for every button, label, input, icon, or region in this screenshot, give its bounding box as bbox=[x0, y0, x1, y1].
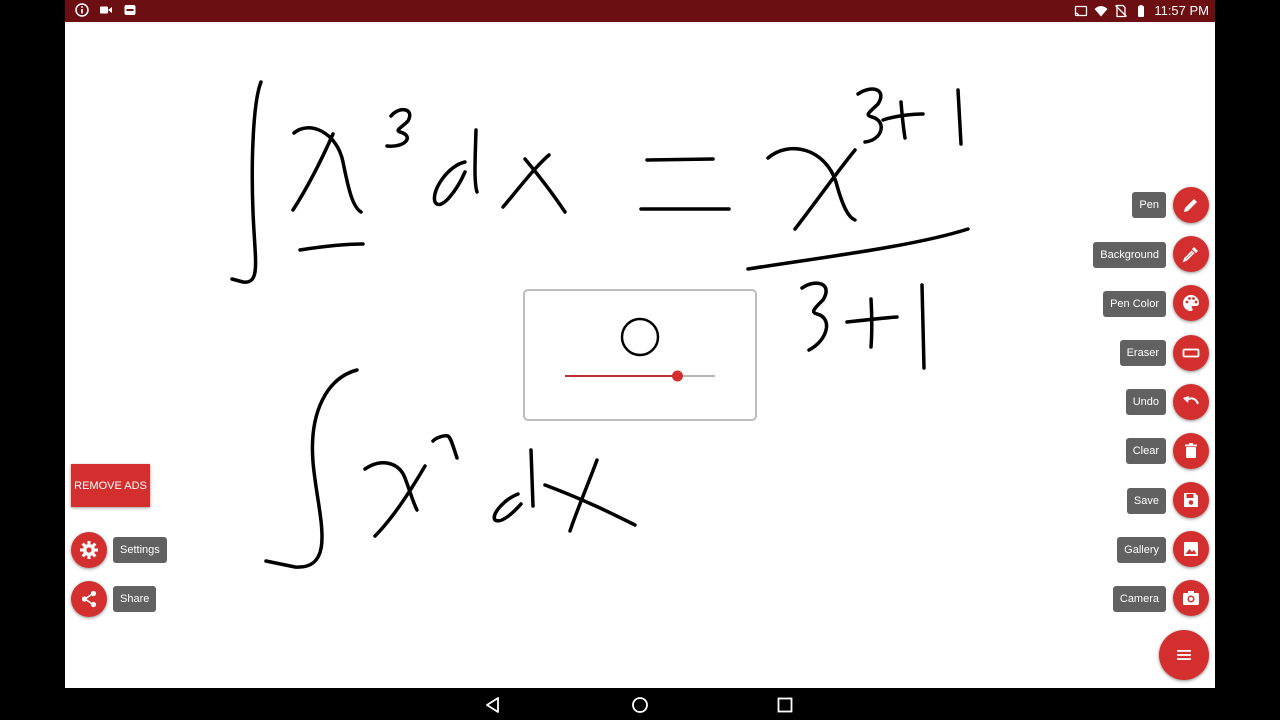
clear-label[interactable]: Clear bbox=[1125, 438, 1166, 464]
camera-button[interactable] bbox=[1173, 580, 1209, 616]
eyedropper-icon bbox=[1182, 247, 1198, 263]
gear-icon bbox=[80, 541, 98, 559]
undo-button[interactable] bbox=[1173, 384, 1209, 420]
background-button[interactable] bbox=[1173, 236, 1209, 272]
camera-label[interactable]: Camera bbox=[1112, 586, 1166, 612]
remove-ads-button[interactable]: REMOVE ADS bbox=[71, 464, 150, 507]
eraser-icon bbox=[1182, 348, 1200, 358]
menu-button[interactable] bbox=[1159, 630, 1209, 680]
floppy-icon bbox=[1184, 493, 1198, 507]
cast-icon bbox=[1075, 5, 1088, 16]
gallery-button[interactable] bbox=[1173, 531, 1209, 567]
save-button[interactable] bbox=[1173, 482, 1209, 518]
image-icon bbox=[1184, 542, 1198, 556]
recents-icon[interactable] bbox=[776, 696, 794, 714]
brush-size-popup bbox=[523, 289, 757, 421]
info-icon bbox=[75, 3, 89, 17]
brush-preview-circle bbox=[620, 317, 660, 357]
battery-icon bbox=[1138, 4, 1145, 17]
brush-size-slider-thumb[interactable] bbox=[672, 370, 683, 382]
camera-icon bbox=[1183, 591, 1199, 605]
trash-icon bbox=[1185, 443, 1197, 458]
pen-color-label[interactable]: Pen Color bbox=[1103, 291, 1166, 317]
wifi-icon bbox=[1094, 5, 1108, 16]
back-icon[interactable] bbox=[484, 696, 502, 714]
background-label[interactable]: Background bbox=[1093, 242, 1166, 268]
palette-icon bbox=[1183, 295, 1199, 311]
status-time: 11:57 PM bbox=[1154, 3, 1209, 18]
app-notification-icon bbox=[124, 5, 136, 15]
home-icon[interactable] bbox=[631, 696, 649, 714]
settings-label[interactable]: Settings bbox=[113, 537, 167, 563]
share-icon bbox=[81, 590, 97, 608]
status-bar: 11:57 PM bbox=[65, 0, 1215, 22]
menu-icon bbox=[1177, 650, 1191, 660]
brush-size-preview bbox=[565, 317, 715, 382]
save-label[interactable]: Save bbox=[1126, 488, 1166, 514]
pen-button[interactable] bbox=[1173, 187, 1209, 223]
share-button[interactable] bbox=[71, 581, 107, 617]
undo-label[interactable]: Undo bbox=[1125, 389, 1166, 415]
navigation-bar bbox=[65, 688, 1215, 720]
gallery-label[interactable]: Gallery bbox=[1117, 537, 1166, 563]
video-camera-icon bbox=[100, 6, 112, 14]
eraser-label[interactable]: Eraser bbox=[1119, 340, 1166, 366]
no-sim-icon bbox=[1115, 4, 1128, 17]
share-label[interactable]: Share bbox=[113, 586, 157, 612]
eraser-button[interactable] bbox=[1173, 335, 1209, 371]
settings-button[interactable] bbox=[71, 532, 107, 568]
undo-icon bbox=[1183, 396, 1199, 405]
clear-button[interactable] bbox=[1173, 433, 1209, 469]
pencil-icon bbox=[1184, 199, 1197, 212]
pen-label[interactable]: Pen bbox=[1132, 192, 1166, 218]
pen-color-button[interactable] bbox=[1173, 285, 1209, 321]
